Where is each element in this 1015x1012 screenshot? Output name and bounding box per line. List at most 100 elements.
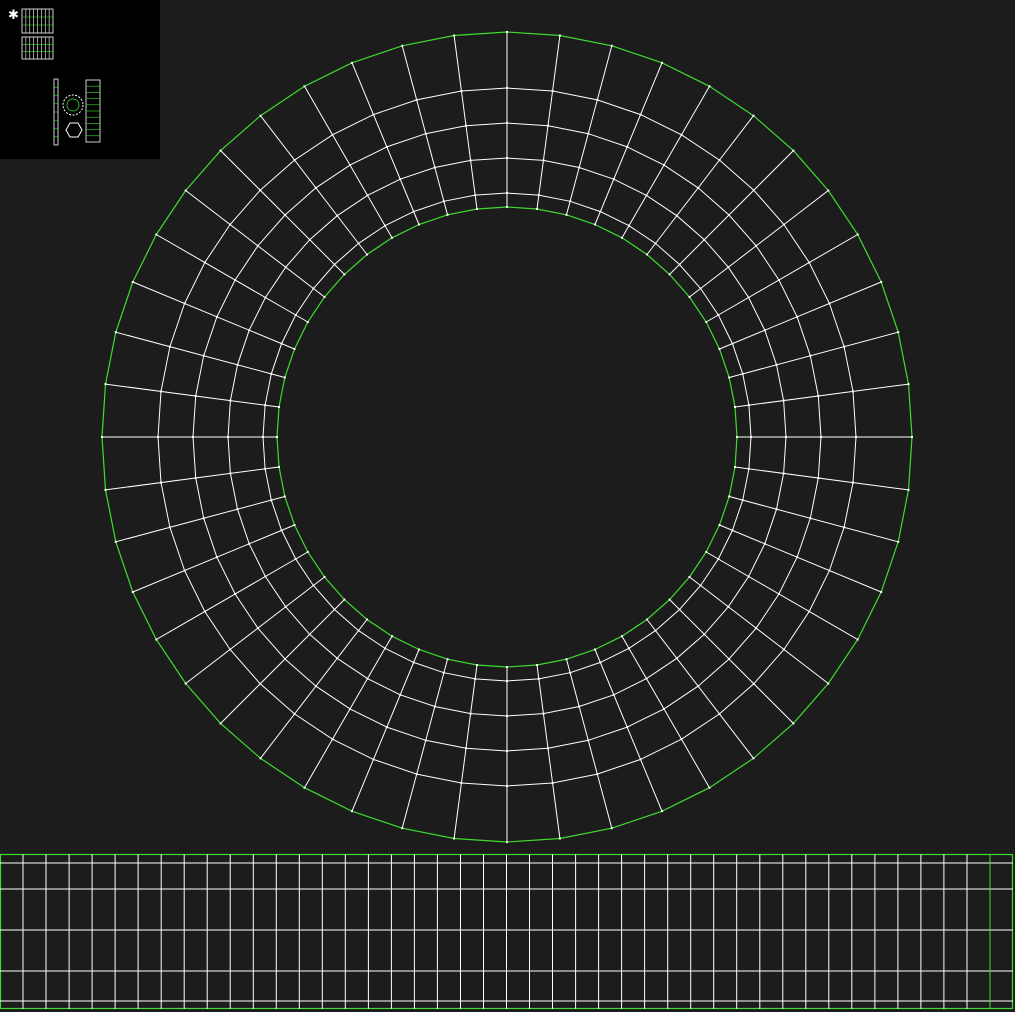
ring-vertex	[852, 390, 854, 393]
ring-vertex	[817, 395, 820, 397]
ring-vertex	[264, 467, 267, 470]
ring-vertex	[236, 508, 239, 511]
ring-vertex	[323, 296, 326, 298]
ring-vertex	[718, 159, 721, 162]
ring-vertex	[227, 436, 229, 438]
ring-vertex	[752, 114, 755, 117]
ring-radial-edge	[453, 35, 478, 210]
ring-vertex	[855, 436, 857, 438]
ring-radial-edge	[689, 190, 829, 298]
ring-radial-edge	[260, 115, 368, 255]
ring-vertex	[331, 738, 334, 741]
ring-vertex	[219, 722, 222, 725]
ring-vertex	[599, 661, 602, 664]
ring-vertex	[827, 189, 830, 192]
ring-radial-edge	[351, 649, 420, 812]
ring-vertex	[594, 223, 596, 226]
ring-vertex	[547, 747, 549, 750]
ring-vertex	[708, 786, 711, 789]
ring-vertex	[782, 472, 785, 475]
ring-vertex	[565, 658, 568, 661]
ring-vertex	[506, 157, 508, 159]
ring-vertex	[741, 372, 744, 375]
uv-editor-viewport[interactable]: ✱	[0, 0, 1015, 1012]
ring-vertex	[391, 635, 393, 638]
ring-vertex	[639, 758, 642, 761]
ring-vertex	[668, 273, 671, 276]
ring-vertex	[234, 279, 237, 281]
ring-vertex	[465, 747, 467, 750]
ring-vertex	[843, 526, 846, 529]
ring-vertex	[506, 206, 508, 208]
ring-vertex	[750, 436, 752, 438]
strip-uv-island[interactable]	[0, 853, 1014, 1010]
ring-vertex	[446, 658, 449, 661]
ring-vertex	[688, 296, 691, 298]
ring-vertex	[809, 517, 812, 520]
ring-vertex	[229, 648, 232, 651]
ring-vertex	[782, 648, 785, 651]
thumb-strip-island-b	[21, 36, 54, 60]
ring-vertex	[433, 705, 436, 708]
ring-vertex	[323, 576, 326, 578]
ring-vertex	[415, 98, 418, 101]
ring-vertex	[474, 194, 477, 197]
ring-vertex	[306, 321, 309, 323]
ring-vertex	[551, 90, 554, 92]
ring-uv-island[interactable]	[101, 31, 913, 843]
ring-vertex	[372, 758, 375, 761]
ring-vertex	[293, 159, 296, 162]
ring-vertex	[284, 658, 286, 660]
ring-vertex	[343, 598, 346, 601]
ring-vertex	[293, 712, 296, 715]
ring-radial-edge	[185, 576, 325, 684]
ring-vertex	[446, 213, 449, 216]
ring-vertex	[731, 529, 734, 532]
ring-vertex	[215, 556, 218, 559]
ring-radial-edge	[453, 664, 478, 839]
ring-vertex	[248, 329, 251, 332]
ring-vertex	[401, 44, 404, 47]
ring-vertex	[194, 477, 197, 479]
ring-vertex	[699, 287, 702, 290]
uv-overview-thumbnail[interactable]: ✱	[0, 0, 160, 159]
ring-vertex	[703, 238, 706, 241]
ring-vertex	[453, 34, 456, 37]
ring-vertex	[697, 685, 700, 688]
ring-vertex	[856, 233, 859, 236]
ring-vertex	[506, 666, 508, 668]
ring-vertex	[747, 575, 750, 578]
ring-vertex	[728, 495, 731, 498]
ring-radial-edge	[351, 62, 420, 225]
ring-vertex	[599, 210, 602, 213]
ring-vertex	[668, 598, 671, 601]
ring-radial-edge	[536, 664, 561, 839]
ring-vertex	[442, 200, 445, 203]
ring-vertex	[763, 542, 766, 545]
ring-vertex	[621, 635, 623, 638]
ring-vertex	[506, 87, 508, 89]
ring-vertex	[476, 664, 478, 666]
ring-vertex	[646, 618, 648, 621]
ring-vertex	[792, 149, 795, 152]
ring-vertex	[506, 785, 508, 787]
ring-vertex	[596, 98, 599, 101]
ring-vertex	[284, 214, 286, 216]
ring-vertex	[703, 633, 706, 636]
ring-vertex	[256, 627, 259, 630]
ring-vertex	[752, 757, 755, 760]
ring-vertex	[349, 164, 351, 167]
ring-radial-edge	[105, 466, 280, 491]
ring-vertex	[168, 526, 171, 529]
ring-vertex	[314, 685, 317, 688]
ring-vertex	[663, 164, 665, 167]
ring-vertex	[183, 569, 186, 572]
ring-vertex	[747, 467, 750, 470]
ring-vertex	[678, 263, 681, 266]
ring-vertex	[219, 149, 222, 152]
ring-radial-edge	[705, 551, 858, 640]
ring-radial-edge	[621, 635, 710, 788]
ring-vertex	[306, 551, 309, 553]
ring-inner-boundary	[276, 206, 738, 668]
ring-vertex	[184, 682, 187, 685]
